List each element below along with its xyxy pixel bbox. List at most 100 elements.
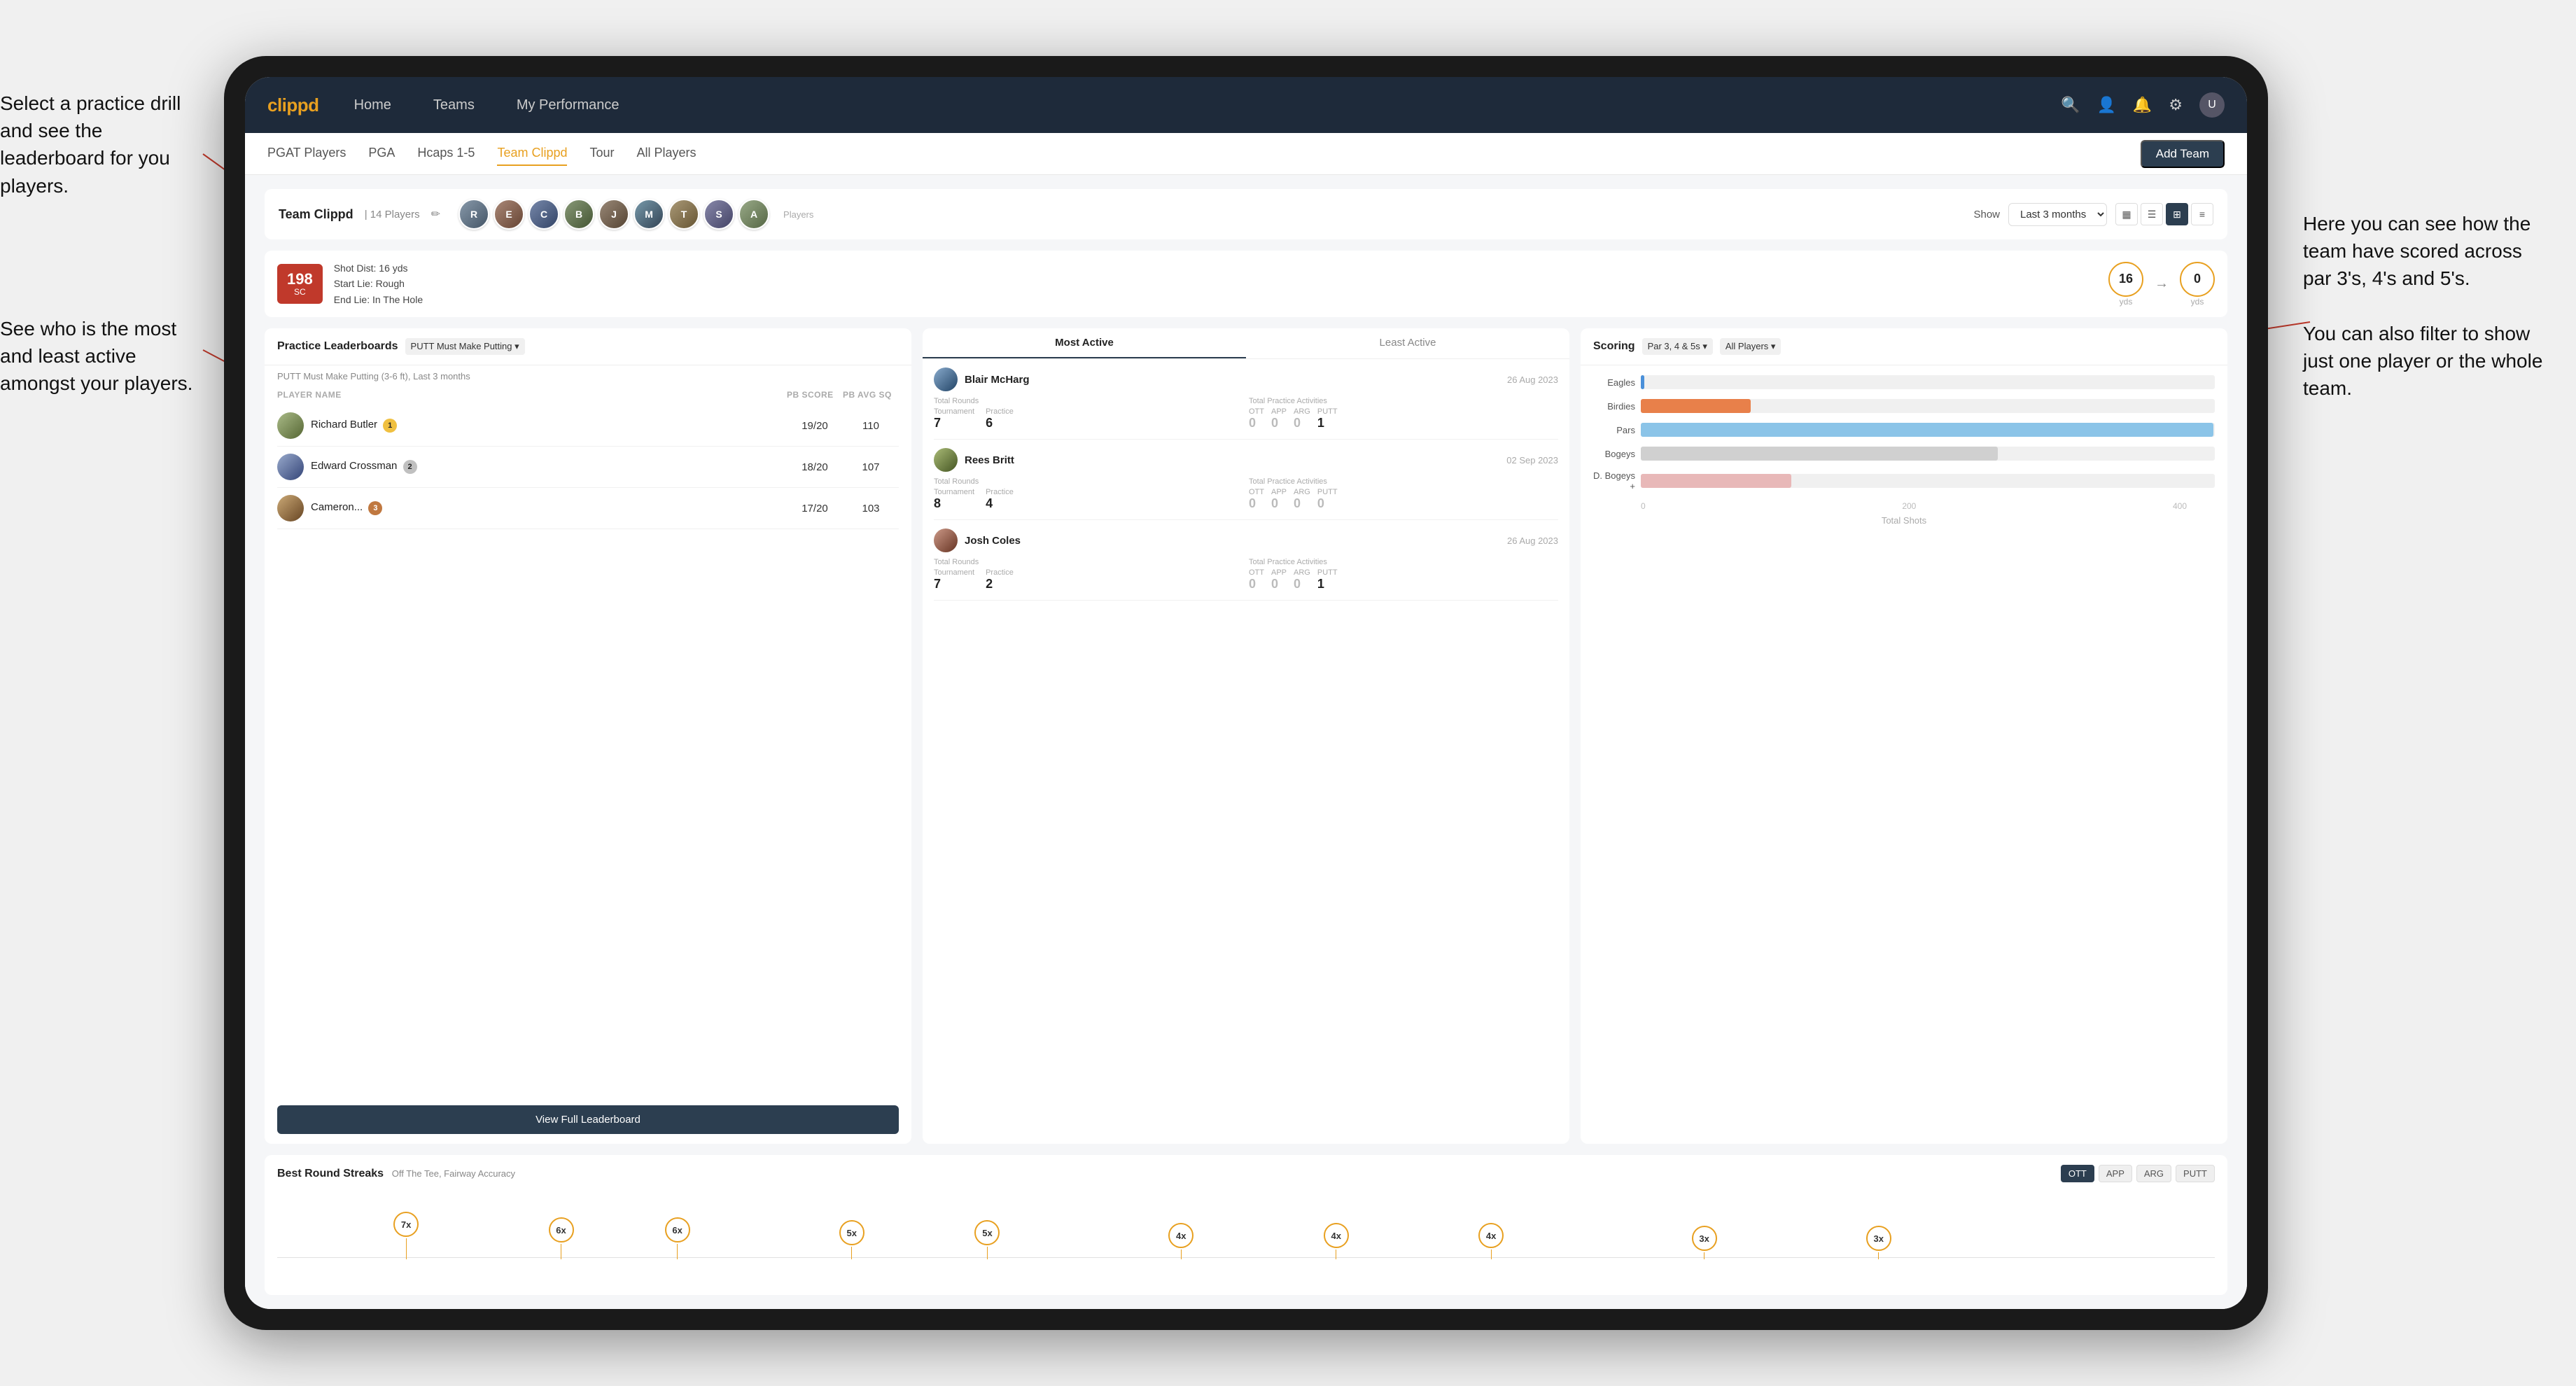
activity-name-1: Blair McHarg: [965, 374, 1030, 386]
putt-label-1: PUTT: [1317, 407, 1338, 416]
player-avatar-4[interactable]: B: [564, 199, 594, 230]
tab-least-active[interactable]: Least Active: [1246, 328, 1569, 358]
bar-track-eagles: 3: [1641, 375, 2215, 389]
streak-bubble-4x-2: 4x: [1324, 1223, 1349, 1259]
total-rounds-label-1: Total Rounds: [934, 397, 1243, 405]
player-avatar-9[interactable]: A: [738, 199, 769, 230]
player-info-1: Richard Butler 1: [277, 412, 787, 439]
nav-icons: 🔍 👤 🔔 ⚙ U: [2061, 92, 2225, 118]
player-avatar-2[interactable]: E: [493, 199, 524, 230]
putt-val-3: 1: [1317, 577, 1338, 592]
bar-track-dbogeys: 131: [1641, 474, 2215, 488]
nav-home[interactable]: Home: [347, 93, 398, 118]
nav-my-performance[interactable]: My Performance: [510, 93, 626, 118]
tab-putt[interactable]: PUTT: [2176, 1165, 2215, 1182]
subnav-pgat[interactable]: PGAT Players: [267, 141, 346, 166]
practice-group-3: Practice 2: [986, 568, 1014, 592]
practice-activities-group-1: Total Practice Activities OTT 0 APP: [1249, 397, 1558, 430]
edit-icon[interactable]: ✏: [431, 207, 440, 221]
rounds-values-2: Tournament 8 Practice 4: [934, 488, 1243, 511]
ott-val-2: 0: [1249, 496, 1264, 511]
ott-label-3: OTT: [1249, 568, 1264, 577]
leaderboard-subtitle: PUTT Must Make Putting (3-6 ft), Last 3 …: [265, 365, 911, 387]
subnav-hcaps[interactable]: Hcaps 1-5: [417, 141, 475, 166]
view-full-leaderboard-button[interactable]: View Full Leaderboard: [277, 1105, 899, 1134]
people-icon[interactable]: 👤: [2096, 96, 2115, 114]
player-info-3: Cameron... 3: [277, 495, 787, 522]
show-label: Show: [1973, 209, 2000, 220]
activity-stats-3: Total Rounds Tournament 7 Practice: [934, 558, 1558, 592]
view-icons: ▦ ☰ ⊞ ≡: [2115, 203, 2213, 225]
scoring-chart: Eagles 3 Birdies 96: [1581, 365, 2227, 1144]
subnav-all-players[interactable]: All Players: [637, 141, 696, 166]
player-details-1: Richard Butler 1: [311, 419, 397, 433]
score-value: 198: [287, 271, 313, 288]
tournament-val-2: 8: [934, 496, 974, 511]
annotation-left-2: See who is the most and least active amo…: [0, 315, 210, 398]
practice-val-3: 2: [986, 577, 1014, 592]
rounds-values-3: Tournament 7 Practice 2: [934, 568, 1243, 592]
player-avatars: R E C B J M T S A: [458, 199, 769, 230]
score-card: 198 SC Shot Dist: 16 yds Start Lie: Roug…: [265, 251, 2227, 317]
practice-activities-group-3: Total Practice Activities OTT 0 APP: [1249, 558, 1558, 592]
subnav-team-clippd[interactable]: Team Clippd: [497, 141, 567, 166]
player-avatar-5[interactable]: J: [598, 199, 629, 230]
streak-dot-2: 6x: [549, 1217, 574, 1242]
practice-label-2: Practice: [986, 488, 1014, 496]
leaderboard-title: Practice Leaderboards: [277, 340, 398, 353]
nav-teams[interactable]: Teams: [426, 93, 482, 118]
player-avatar-6[interactable]: M: [634, 199, 664, 230]
player-avatar-7[interactable]: T: [668, 199, 699, 230]
sort-icon[interactable]: ≡: [2191, 203, 2213, 225]
search-icon[interactable]: 🔍: [2061, 96, 2080, 114]
streak-line-vert-3: [677, 1244, 678, 1259]
yds2-circle: 0: [2180, 262, 2215, 297]
streak-bubble-3x-2: 3x: [1866, 1226, 1891, 1259]
streak-line-vert-8: [1491, 1250, 1492, 1259]
scoring-filter-players[interactable]: All Players ▾: [1720, 338, 1782, 355]
score-unit: SC: [287, 288, 313, 297]
ott-val-1: 0: [1249, 416, 1264, 430]
ott-label-2: OTT: [1249, 488, 1264, 496]
tab-most-active[interactable]: Most Active: [923, 328, 1246, 358]
yds1-group: 16 yds: [2108, 262, 2143, 307]
col-player-name: PLAYER NAME: [277, 390, 787, 400]
avatar[interactable]: U: [2199, 92, 2225, 118]
streak-dot-4: 5x: [839, 1220, 864, 1245]
list-view-icon[interactable]: ☰: [2141, 203, 2163, 225]
tournament-label-3: Tournament: [934, 568, 974, 577]
settings-icon[interactable]: ⚙: [2169, 96, 2183, 114]
arg-group-2: ARG 0: [1294, 488, 1310, 511]
col-pb-avg: PB AVG SQ: [843, 390, 899, 400]
subnav-pga[interactable]: PGA: [368, 141, 395, 166]
bell-icon[interactable]: 🔔: [2133, 96, 2152, 114]
player-avatar-8[interactable]: S: [704, 199, 734, 230]
player-name-3: Cameron... 3: [311, 501, 382, 515]
tab-arg[interactable]: ARG: [2136, 1165, 2171, 1182]
bar-fill-bogeys: [1641, 447, 1998, 461]
drill-dropdown[interactable]: PUTT Must Make Putting ▾: [405, 338, 525, 355]
add-team-button[interactable]: Add Team: [2141, 140, 2225, 168]
card-view-icon[interactable]: ⊞: [2166, 203, 2188, 225]
streak-bubble-7x-1: 7x: [393, 1212, 419, 1259]
arg-group-3: ARG 0: [1294, 568, 1310, 592]
app-label-3: APP: [1271, 568, 1287, 577]
streak-dot-1: 7x: [393, 1212, 419, 1237]
scoring-filter-par[interactable]: Par 3, 4 & 5s ▾: [1642, 338, 1713, 355]
streak-dot-9: 3x: [1692, 1226, 1717, 1251]
practice-label-3: Practice: [986, 568, 1014, 577]
player-avatar-1[interactable]: R: [458, 199, 489, 230]
best-round-streaks-title: Best Round Streaks: [277, 1168, 384, 1180]
time-period-dropdown[interactable]: Last 3 months Last 6 months Last year: [2008, 203, 2107, 226]
bar-row-eagles: Eagles 3: [1593, 375, 2215, 389]
activity-date-2: 02 Sep 2023: [1506, 455, 1558, 465]
pb-avg-1: 110: [843, 420, 899, 432]
rounds-values-1: Tournament 7 Practice 6: [934, 407, 1243, 430]
app-group-3: APP 0: [1271, 568, 1287, 592]
player-avatar-3[interactable]: C: [528, 199, 559, 230]
subnav-tour[interactable]: Tour: [589, 141, 614, 166]
tab-ott[interactable]: OTT: [2061, 1165, 2094, 1182]
tab-app[interactable]: APP: [2099, 1165, 2132, 1182]
bar-label-pars: Pars: [1593, 425, 1635, 435]
grid-view-icon[interactable]: ▦: [2115, 203, 2138, 225]
